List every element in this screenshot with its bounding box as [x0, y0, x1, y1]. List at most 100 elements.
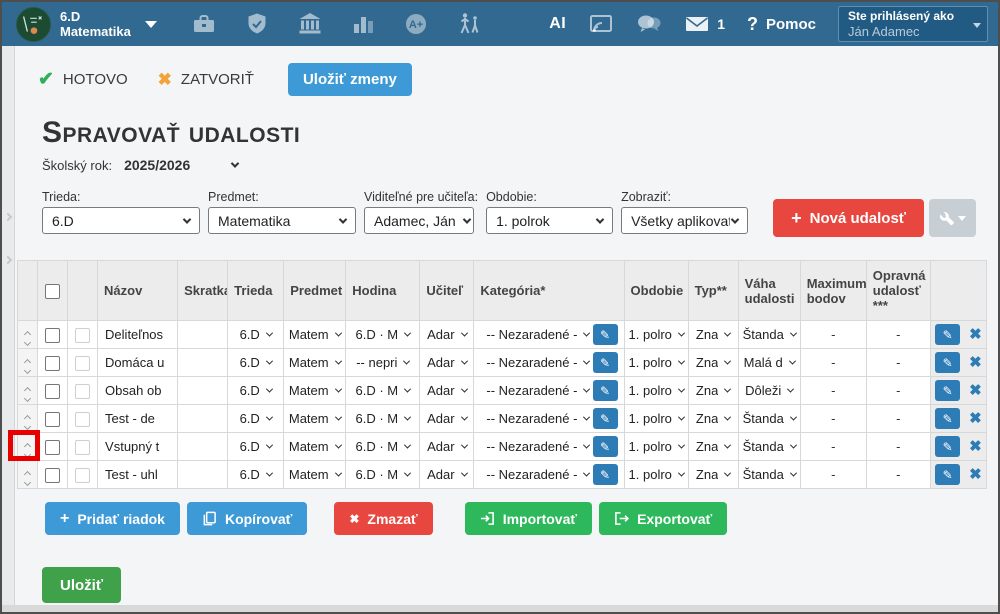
select-all-checkbox[interactable] [45, 284, 60, 299]
row-flag-checkbox[interactable] [75, 328, 90, 343]
weight-select[interactable]: Štanda [743, 411, 796, 426]
chat-icon[interactable] [636, 11, 662, 37]
lesson-select[interactable]: 6.D · M [356, 327, 411, 342]
edit-row-button[interactable]: ✎ [935, 436, 960, 457]
export-button[interactable]: Exportovať [599, 502, 727, 535]
new-event-button[interactable]: + Nová udalosť [773, 199, 924, 237]
event-abbr-input[interactable] [178, 349, 228, 377]
copy-button[interactable]: Kopírovať [187, 502, 307, 535]
delete-row-icon[interactable]: ✖ [969, 411, 982, 426]
filter-show-select[interactable]: Všetky aplikovat [621, 207, 748, 234]
row-flag-checkbox[interactable] [75, 468, 90, 483]
teacher-select[interactable]: Adar [427, 467, 466, 482]
teacher-select[interactable]: Adar [427, 383, 466, 398]
school-icon[interactable] [297, 11, 323, 37]
teacher-select[interactable]: Adar [427, 327, 466, 342]
save-changes-button[interactable]: Uložiť zmeny [288, 63, 412, 96]
category-select[interactable]: -- Nezaradené - [486, 467, 589, 482]
row-checkbox[interactable] [45, 468, 60, 483]
class-select[interactable]: 6.D [240, 439, 272, 454]
edit-row-button[interactable]: ✎ [935, 408, 960, 429]
event-name-input[interactable]: Deliteľnos [98, 321, 178, 349]
event-name-input[interactable]: Vstupný t [98, 433, 178, 461]
event-abbr-input[interactable] [178, 321, 228, 349]
row-flag-checkbox[interactable] [75, 384, 90, 399]
school-year-value[interactable]: 2025/2026 [124, 157, 190, 173]
drag-handle[interactable] [18, 405, 38, 433]
mail-icon[interactable] [684, 11, 710, 37]
class-select[interactable]: 6.D [240, 411, 272, 426]
shield-icon[interactable] [244, 11, 270, 37]
filter-teacher-select[interactable]: Adamec, Ján [364, 207, 474, 234]
weight-select[interactable]: Štanda [743, 439, 796, 454]
period-select[interactable]: 1. polro [629, 439, 684, 454]
row-checkbox[interactable] [45, 412, 60, 427]
edit-row-button[interactable]: ✎ [935, 324, 960, 345]
row-flag-checkbox[interactable] [75, 412, 90, 427]
period-select[interactable]: 1. polro [629, 327, 684, 342]
category-select[interactable]: -- Nezaradené - [486, 439, 589, 454]
type-select[interactable]: Zna [696, 467, 730, 482]
lesson-select[interactable]: 6.D · M [356, 383, 411, 398]
teacher-select[interactable]: Adar [427, 355, 466, 370]
edit-category-button[interactable]: ✎ [593, 352, 618, 373]
event-name-input[interactable]: Test - de [98, 405, 178, 433]
class-select[interactable]: 6.D [240, 467, 272, 482]
row-checkbox[interactable] [45, 440, 60, 455]
help-button[interactable]: ? Pomoc [747, 14, 816, 35]
class-dropdown-caret-icon[interactable] [145, 21, 157, 28]
row-flag-checkbox[interactable] [75, 356, 90, 371]
weight-select[interactable]: Štanda [743, 327, 796, 342]
bar-chart-icon[interactable] [350, 11, 376, 37]
event-abbr-input[interactable] [178, 377, 228, 405]
lesson-select[interactable]: 6.D · M [356, 439, 411, 454]
type-select[interactable]: Zna [696, 411, 730, 426]
done-button[interactable]: ✔ HOTOVO [38, 68, 128, 91]
weight-select[interactable]: Malá d [744, 355, 795, 370]
class-select[interactable]: 6.D [240, 355, 272, 370]
type-select[interactable]: Zna [696, 439, 730, 454]
event-name-input[interactable]: Obsah ob [98, 377, 178, 405]
type-select[interactable]: Zna [696, 383, 730, 398]
delete-row-icon[interactable]: ✖ [969, 383, 982, 398]
teacher-select[interactable]: Adar [427, 411, 466, 426]
lesson-select[interactable]: 6.D · M [356, 467, 411, 482]
expand-chevron-icon[interactable] [4, 213, 12, 221]
event-abbr-input[interactable] [178, 405, 228, 433]
class-select[interactable]: 6.D [240, 327, 272, 342]
ai-label[interactable]: AI [549, 15, 566, 33]
subject-select[interactable]: Matem [289, 327, 341, 342]
row-checkbox[interactable] [45, 356, 60, 371]
settings-wrench-button[interactable] [929, 199, 976, 237]
briefcase-icon[interactable] [191, 11, 217, 37]
drag-handle[interactable] [18, 433, 38, 461]
row-checkbox[interactable] [45, 328, 60, 343]
filter-subject-select[interactable]: Matematika [208, 207, 356, 234]
subject-select[interactable]: Matem [289, 467, 341, 482]
drag-handle[interactable] [18, 349, 38, 377]
lesson-select[interactable]: 6.D · M [356, 411, 411, 426]
period-select[interactable]: 1. polro [629, 467, 684, 482]
edit-category-button[interactable]: ✎ [593, 464, 618, 485]
edit-row-button[interactable]: ✎ [935, 352, 960, 373]
subject-select[interactable]: Matem [289, 411, 341, 426]
delete-row-icon[interactable]: ✖ [969, 439, 982, 454]
delete-row-icon[interactable]: ✖ [969, 327, 982, 342]
class-subject-label[interactable]: 6.D Matematika [60, 9, 131, 39]
expand-chevron-icon[interactable] [4, 256, 12, 264]
delete-row-icon[interactable]: ✖ [969, 355, 982, 370]
category-select[interactable]: -- Nezaradené - [486, 383, 589, 398]
logged-in-user-menu[interactable]: Ste prihlásený ako Ján Adamec [838, 6, 988, 42]
subject-select[interactable]: Matem [289, 355, 341, 370]
save-button[interactable]: Uložiť [42, 567, 121, 603]
edit-category-button[interactable]: ✎ [593, 408, 618, 429]
category-select[interactable]: -- Nezaradené - [486, 355, 589, 370]
lesson-select[interactable]: -- nepri [356, 355, 409, 370]
delete-row-icon[interactable]: ✖ [969, 467, 982, 482]
edit-row-button[interactable]: ✎ [935, 464, 960, 485]
subject-select[interactable]: Matem [289, 383, 341, 398]
filter-class-select[interactable]: 6.D [42, 207, 200, 234]
row-checkbox[interactable] [45, 384, 60, 399]
cast-icon[interactable] [588, 11, 614, 37]
class-select[interactable]: 6.D [240, 383, 272, 398]
